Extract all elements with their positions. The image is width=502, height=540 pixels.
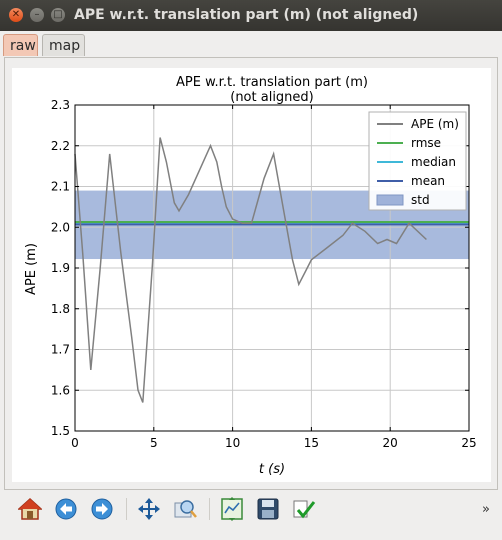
legend-label: median	[411, 155, 456, 169]
chart-legend: APE (m) rmse median mean std	[368, 111, 467, 211]
home-icon	[18, 497, 42, 520]
y-tick-label: 2.0	[51, 220, 70, 234]
x-tick-label: 25	[461, 436, 476, 450]
home-button[interactable]	[17, 496, 43, 522]
zoom-button[interactable]	[172, 496, 198, 522]
chart-title: APE w.r.t. translation part (m)	[176, 75, 368, 90]
save-button[interactable]	[255, 496, 281, 522]
window-titlebar: ✕ – □ APE w.r.t. translation part (m) (n…	[0, 0, 502, 31]
legend-label: rmse	[411, 136, 441, 150]
x-tick-label: 20	[383, 436, 398, 450]
window-minimize-button[interactable]: –	[30, 8, 44, 22]
configure-subplots-icon	[221, 497, 243, 521]
window-title: APE w.r.t. translation part (m) (not ali…	[74, 7, 419, 23]
forward-button[interactable]	[89, 496, 115, 522]
y-tick-label: 2.3	[51, 98, 70, 112]
x-tick-label: 15	[304, 436, 319, 450]
legend-label: APE (m)	[411, 117, 459, 131]
y-tick-label: 1.6	[51, 383, 70, 397]
toolbar-separator	[126, 498, 127, 520]
window-maximize-button[interactable]: □	[51, 8, 65, 22]
back-arrow-icon	[55, 498, 77, 520]
x-tick-label: 0	[71, 436, 79, 450]
legend-swatch-std	[376, 194, 404, 206]
x-tick-label: 10	[225, 436, 240, 450]
chart-subtitle: (not aligned)	[230, 90, 314, 105]
toolbar-separator	[209, 498, 210, 520]
back-button[interactable]	[53, 496, 79, 522]
legend-label: std	[411, 193, 430, 207]
edit-axes-button[interactable]	[291, 496, 317, 522]
window-close-button[interactable]: ✕	[9, 8, 23, 22]
figure-toolbar: »	[0, 492, 502, 528]
y-tick-label: 2.1	[51, 180, 70, 194]
pan-button[interactable]	[136, 496, 162, 522]
tab-bar: raw map	[0, 31, 502, 57]
toolbar-overflow-button[interactable]: »	[482, 502, 490, 517]
figure-canvas[interactable]: 0 5 10 15 20 25 1.5 1.6 1.7 1.8 1.9 2.0 2.1 2.2 2.3 AP…	[12, 68, 491, 482]
configure-subplots-button[interactable]	[219, 496, 245, 522]
y-tick-label: 2.2	[51, 139, 70, 153]
ape-plot: 0 5 10 15 20 25 1.5 1.6 1.7 1.8 1.9 2.0 2.1 2.2 2.3 AP…	[24, 75, 477, 477]
edit-check-icon	[293, 500, 316, 519]
x-tick-label: 5	[150, 436, 158, 450]
y-axis-label: APE (m)	[24, 243, 39, 295]
y-tick-label: 1.9	[51, 261, 70, 275]
save-icon	[257, 498, 279, 520]
pan-icon	[138, 498, 160, 520]
tab-map[interactable]: map	[42, 34, 85, 56]
x-axis-label: t (s)	[259, 462, 285, 477]
y-tick-label: 1.8	[51, 302, 70, 316]
legend-label: mean	[411, 174, 445, 188]
y-tick-label: 1.5	[51, 424, 70, 438]
zoom-icon	[174, 500, 197, 518]
tab-raw[interactable]: raw	[3, 34, 38, 56]
y-tick-label: 1.7	[51, 343, 70, 357]
forward-arrow-icon	[91, 498, 113, 520]
